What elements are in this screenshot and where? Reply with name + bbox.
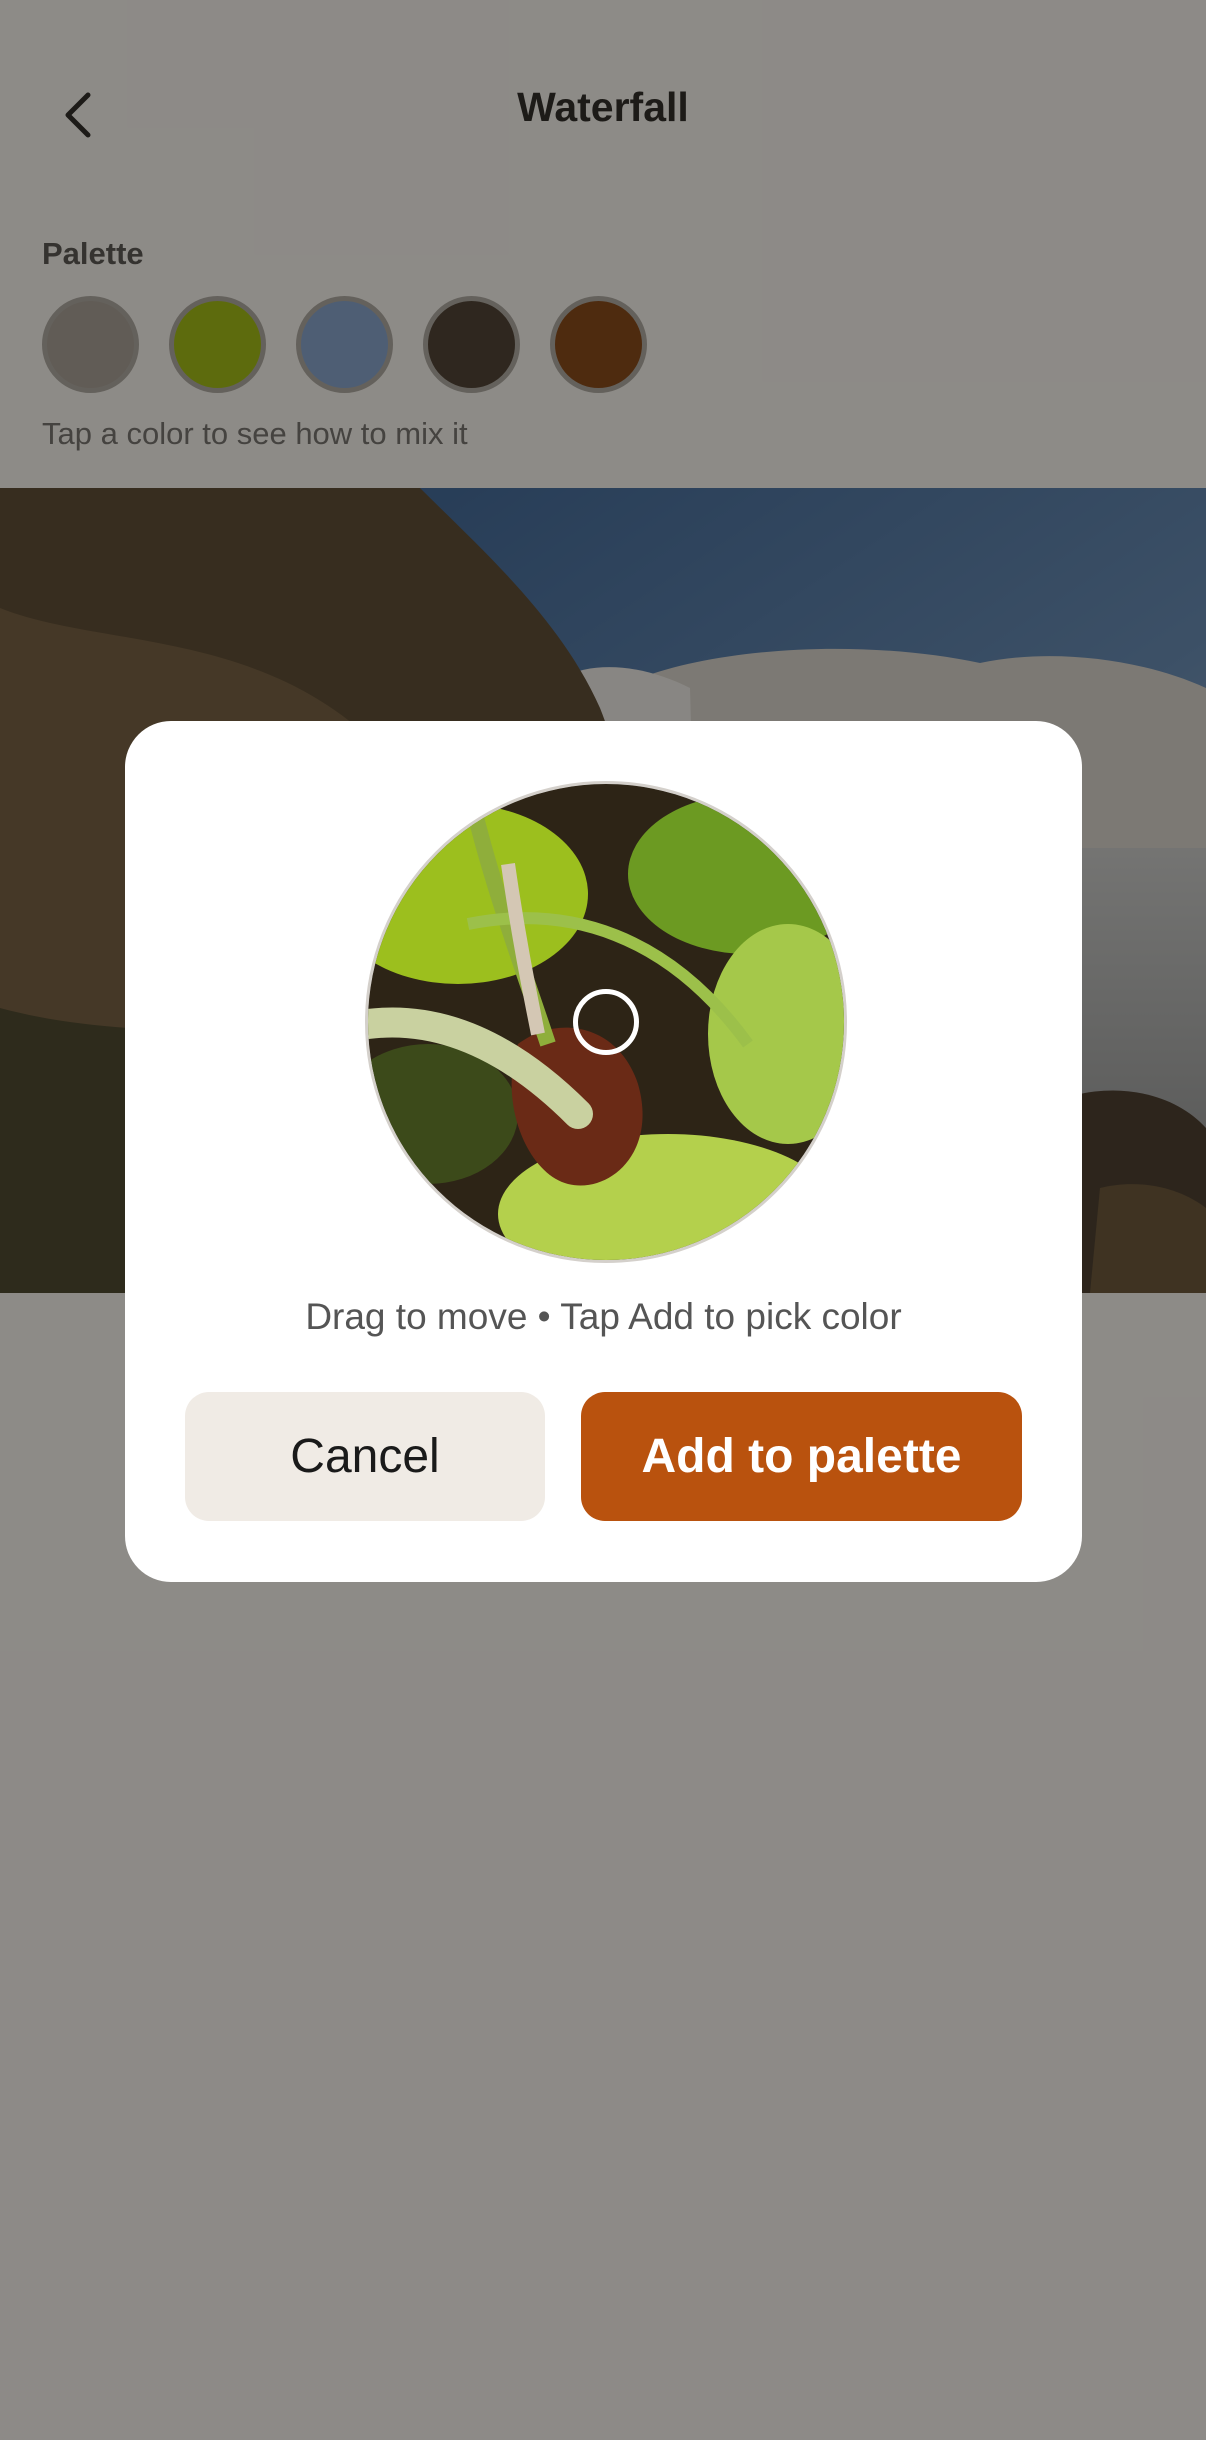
screen: Waterfall Palette Tap a color to see how…: [0, 0, 1206, 2440]
add-to-palette-button[interactable]: Add to palette: [581, 1392, 1022, 1521]
cancel-button[interactable]: Cancel: [185, 1392, 545, 1521]
magnifier-loupe[interactable]: [365, 781, 847, 1263]
picker-reticle: [573, 989, 639, 1055]
color-picker-dialog: Drag to move • Tap Add to pick color Can…: [125, 721, 1082, 1582]
picker-instructions: Drag to move • Tap Add to pick color: [305, 1296, 902, 1337]
